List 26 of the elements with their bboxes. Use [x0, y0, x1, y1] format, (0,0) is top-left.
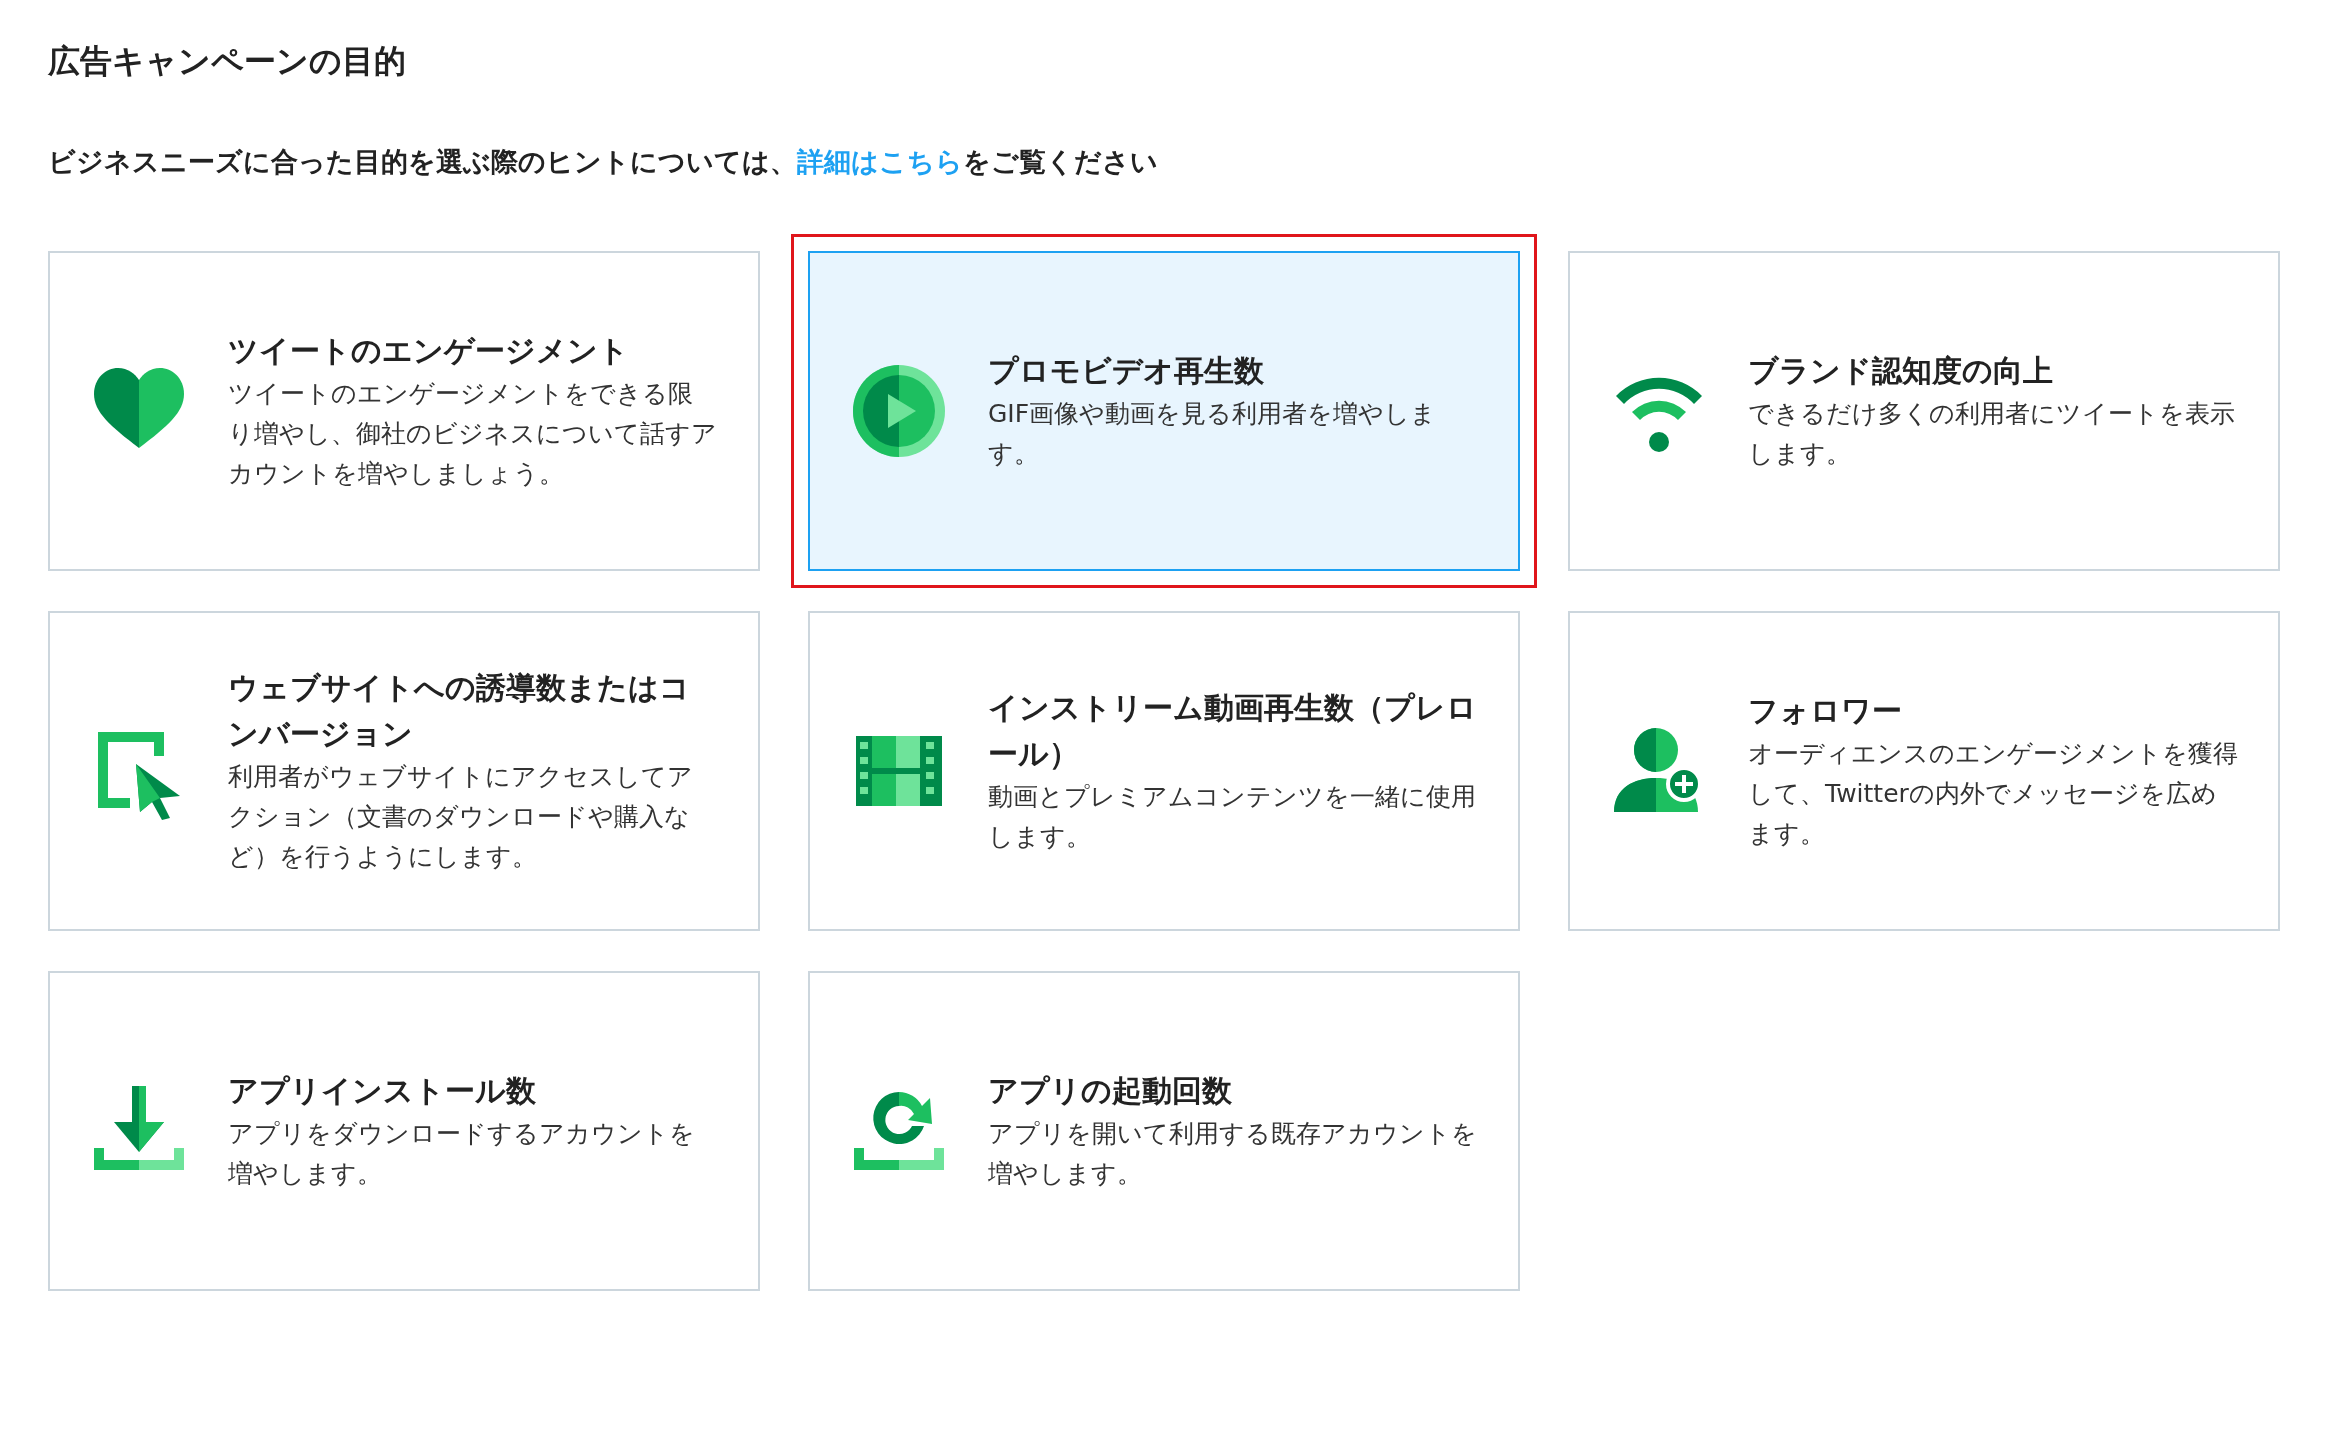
objective-description: ツイートのエンゲージメントをできる限り増やし、御社のビジネスについて話すアカウントを増やしましょう。	[228, 377, 718, 490]
objective-title: プロモビデオ再生数	[988, 351, 1265, 390]
objective-description: できるだけ多くの利用者にツイートを表示します。	[1748, 397, 2236, 470]
objective-card[interactable]: プロモビデオ再生数 GIF画像や動画を見る利用者を増やします。	[808, 250, 1520, 571]
objective-title: ツイートのエンゲージメント	[228, 331, 630, 370]
objective-title: アプリの起動回数	[988, 1071, 1233, 1110]
page-title: 広告キャンペーンの目的	[48, 42, 407, 81]
objective-card[interactable]: ウェブサイトへの誘導数またはコンバージョン 利用者がウェブサイトにアクセスしてアクション（文書のダウンロードや購入など）を行うようにします。	[48, 610, 760, 931]
objective-card[interactable]: アプリの起動回数 アプリを開いて利用する既存アカウントを増やします。	[808, 970, 1520, 1291]
objective-description: オーディエンスのエンゲージメントを獲得して、Twitterの内外でメッセージを広めます。	[1748, 737, 2238, 850]
objective-card[interactable]: ブランド認知度の向上 できるだけ多くの利用者にツイートを表示します。	[1568, 250, 2280, 571]
objective-title: ウェブサイトへの誘導数またはコンバージョン	[228, 668, 691, 753]
objective-card[interactable]: アプリインストール数 アプリをダウンロードするアカウントを増やします。	[48, 970, 760, 1291]
objective-description: アプリを開いて利用する既存アカウントを増やします。	[988, 1117, 1478, 1190]
objective-card[interactable]: フォロワー オーディエンスのエンゲージメントを獲得して、Twitterの内外でメッセージを広めます。	[1568, 610, 2280, 931]
objective-description: 利用者がウェブサイトにアクセスしてアクション（文書のダウンロードや購入など）を行うようにします。	[228, 760, 694, 873]
objective-card[interactable]: インストリーム動画再生数（プレロール） 動画とプレミアムコンテンツを一緒に使用します。	[808, 610, 1520, 931]
objective-title: アプリインストール数	[228, 1071, 537, 1110]
objective-title: ブランド認知度の向上	[1748, 351, 2054, 390]
objective-title: フォロワー	[1748, 691, 1903, 730]
objective-card[interactable]: ツイートのエンゲージメント ツイートのエンゲージメントをできる限り増やし、御社のビジネスについて話すアカウントを増やしましょう。	[48, 250, 760, 571]
objective-description: GIF画像や動画を見る利用者を増やします。	[988, 397, 1438, 470]
objective-title: インストリーム動画再生数（プレロール）	[988, 688, 1478, 773]
objective-description: 動画とプレミアムコンテンツを一緒に使用します。	[988, 780, 1477, 853]
objective-description: アプリをダウンロードするアカウントを増やします。	[228, 1117, 696, 1190]
hint-text: ビジネスニーズに合った目的を選ぶ際のヒントについては、詳細はこちら をご覧ください	[48, 145, 1159, 180]
